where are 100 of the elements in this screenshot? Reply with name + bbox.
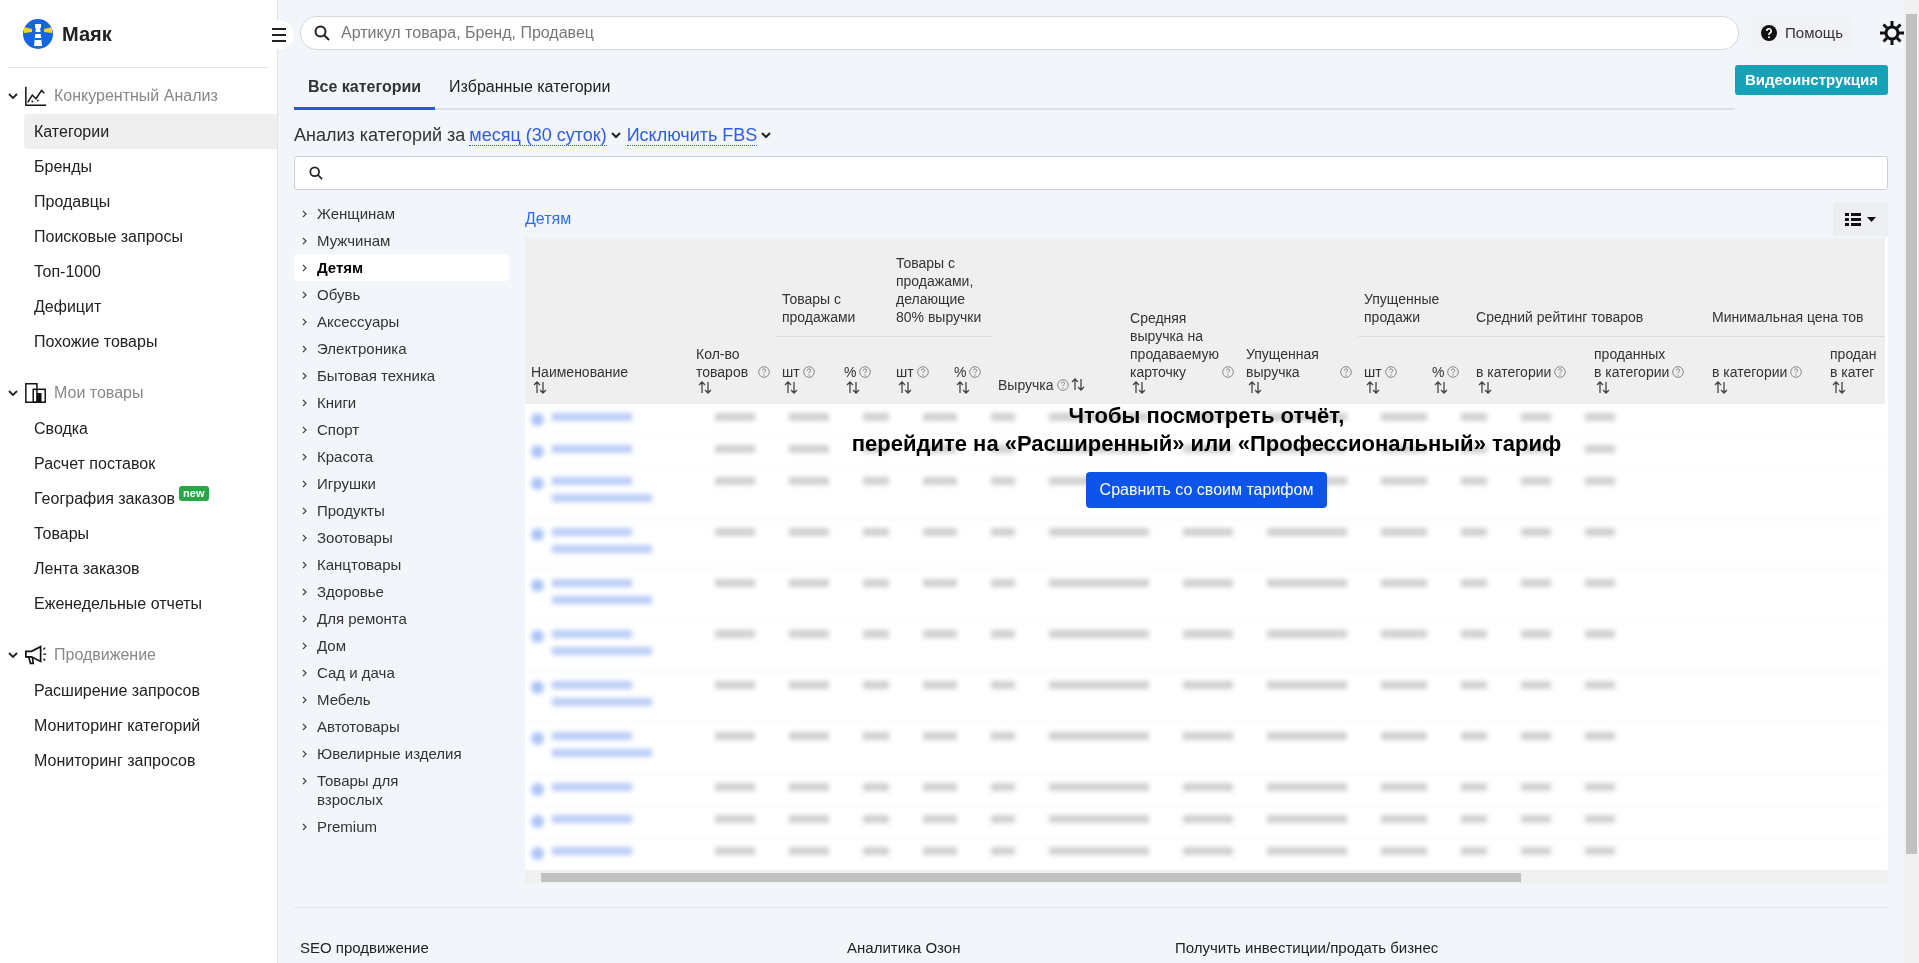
category-item[interactable]: Игрушки <box>294 470 509 497</box>
columns-toggle-button[interactable] <box>1833 202 1888 236</box>
sidebar-item[interactable]: Расширение запросов <box>24 673 277 708</box>
sort-icon <box>1434 380 1448 394</box>
column-header: продан в катег <box>1830 344 1877 381</box>
chevron-down-icon <box>8 91 18 101</box>
column-header: проданных в категории <box>1594 344 1670 381</box>
breadcrumb-link[interactable]: Детям <box>525 207 572 231</box>
category-item[interactable]: Товары для взрослых <box>294 767 509 813</box>
search-field[interactable]: Артикул товара, Бренд, Продавец <box>300 16 1740 50</box>
sort-icon <box>698 380 712 394</box>
help-icon <box>1384 365 1397 378</box>
footer-link[interactable]: SEO продвижение <box>300 936 847 959</box>
category-item[interactable]: Бытовая техника <box>294 362 509 389</box>
category-item[interactable]: Мужчинам <box>294 227 509 254</box>
sidebar-item[interactable]: Еженедельные отчеты <box>24 586 277 621</box>
filter-search-field[interactable] <box>294 156 1888 190</box>
tab[interactable]: Все категории <box>294 66 436 110</box>
sort-icon <box>956 380 970 394</box>
help-button[interactable]: Помощь <box>1751 17 1853 49</box>
sidebar-item[interactable]: Дефицит <box>24 289 277 324</box>
chevron-down-icon <box>761 132 772 139</box>
category-item[interactable]: Ювелирные изделия <box>294 740 509 767</box>
column-header: шт <box>896 362 914 381</box>
chevron-right-icon <box>302 399 307 407</box>
help-icon <box>1790 365 1803 378</box>
sidebar-item[interactable]: Топ-1000 <box>24 254 277 289</box>
column-header: Наименование <box>531 362 629 381</box>
category-item[interactable]: Premium <box>294 813 509 840</box>
sort-icon <box>1478 380 1492 394</box>
category-item[interactable]: Продукты <box>294 497 509 524</box>
fbs-filter-dropdown[interactable]: Исключить FBS <box>626 125 772 146</box>
chevron-right-icon <box>302 372 307 380</box>
sidebar-section-toggle[interactable]: Конкурентный Анализ <box>0 78 277 114</box>
help-icon <box>859 365 872 378</box>
chevron-right-icon <box>302 453 307 461</box>
category-item[interactable]: Канцтовары <box>294 551 509 578</box>
column-header: шт <box>782 362 800 381</box>
category-item[interactable]: Книги <box>294 389 509 416</box>
footer-link[interactable]: Аналитика Озон <box>847 936 1175 959</box>
period-label: Анализ категорий за <box>294 124 466 147</box>
help-icon <box>1340 365 1352 378</box>
sidebar-section-toggle[interactable]: Продвижение <box>0 637 277 673</box>
sidebar-item[interactable]: Мониторинг запросов <box>24 743 277 778</box>
tab[interactable]: Избранные категории <box>435 66 625 110</box>
overlay-subtitle: перейдите на «Расширенный» или «Профессиональный» тариф <box>851 430 1562 458</box>
category-item[interactable]: Спорт <box>294 416 509 443</box>
sidebar-item[interactable]: Поисковые запросы <box>24 219 277 254</box>
chevron-right-icon <box>302 561 307 569</box>
sidebar-item[interactable]: Мониторинг категорий <box>24 708 277 743</box>
sort-icon <box>846 380 860 394</box>
category-item[interactable]: Женщинам <box>294 200 509 227</box>
new-badge: new <box>179 486 209 501</box>
chevron-right-icon <box>302 588 307 596</box>
sidebar-section-toggle[interactable]: Мои товары <box>0 375 277 411</box>
sort-icon <box>1832 380 1846 394</box>
category-item[interactable]: Зоотовары <box>294 524 509 551</box>
category-item[interactable]: Для ремонта <box>294 605 509 632</box>
vertical-scrollbar[interactable] <box>1904 0 1919 963</box>
help-icon <box>916 365 929 378</box>
sidebar-item[interactable]: Сводка <box>24 411 277 446</box>
help-icon <box>969 365 982 378</box>
footer-link[interactable]: Получить инвестиции/продать бизнес <box>1175 936 1439 959</box>
sidebar-item[interactable]: Категории <box>24 114 277 149</box>
boxes-icon <box>24 381 48 405</box>
period-dropdown[interactable]: месяц (30 суток) <box>469 125 621 146</box>
sidebar-item[interactable]: Похожие товары <box>24 324 277 359</box>
help-icon <box>1761 25 1778 41</box>
category-item[interactable]: Автотовары <box>294 713 509 740</box>
sidebar-item[interactable]: Лента заказов <box>24 551 277 586</box>
sidebar-item[interactable]: География заказов new <box>24 481 277 516</box>
sidebar-item[interactable]: Расчет поставок <box>24 446 277 481</box>
category-item[interactable]: Дом <box>294 632 509 659</box>
menu-icon <box>271 28 287 42</box>
chevron-right-icon <box>302 696 307 704</box>
settings-icon[interactable] <box>1879 20 1905 46</box>
sort-icon <box>533 380 547 394</box>
chevron-right-icon <box>302 534 307 542</box>
category-item[interactable]: Сад и дача <box>294 659 509 686</box>
category-item[interactable]: Красота <box>294 443 509 470</box>
category-item[interactable]: Электроника <box>294 335 509 362</box>
help-icon <box>1554 365 1567 378</box>
category-item[interactable]: Аксессуары <box>294 308 509 335</box>
compare-tariff-button[interactable]: Сравнить со своим тарифом <box>1085 472 1328 508</box>
chevron-right-icon <box>302 264 307 272</box>
chevron-right-icon <box>302 480 307 488</box>
column-group-header: Минимальная цена тов <box>1712 308 1864 325</box>
category-item[interactable]: Мебель <box>294 686 509 713</box>
category-item[interactable]: Обувь <box>294 281 509 308</box>
chevron-right-icon <box>302 210 307 218</box>
sidebar-item[interactable]: Товары <box>24 516 277 551</box>
sort-icon <box>1248 380 1262 394</box>
sidebar-item[interactable]: Продавцы <box>24 184 277 219</box>
column-header: Средняя выручка на продаваемую карточку <box>1130 308 1219 381</box>
chevron-right-icon <box>302 723 307 731</box>
category-item[interactable]: Детям <box>294 254 509 281</box>
category-item[interactable]: Здоровье <box>294 578 509 605</box>
help-icon <box>1056 378 1069 391</box>
sort-icon <box>1714 380 1728 394</box>
sidebar-item[interactable]: Бренды <box>24 149 277 184</box>
